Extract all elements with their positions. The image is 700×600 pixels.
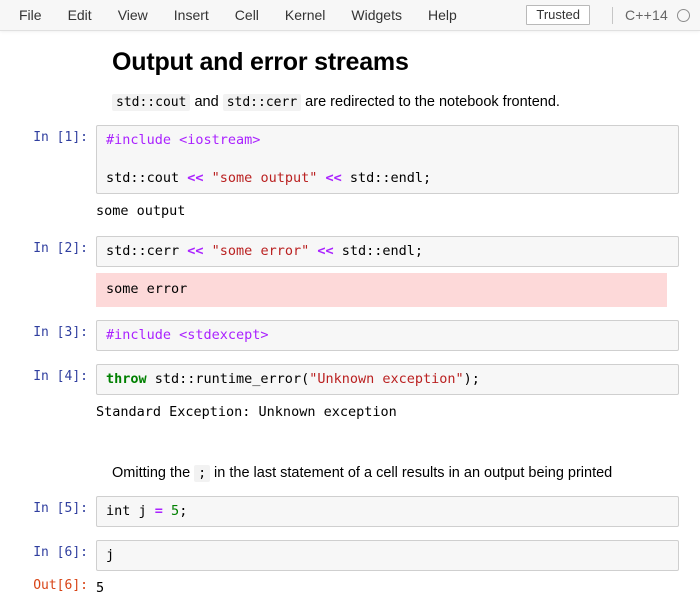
kernel-name-label: C++14 <box>624 7 668 23</box>
menu-bar: File Edit View Insert Cell Kernel Widget… <box>0 0 700 31</box>
token-number-literal: 5 <box>162 503 180 519</box>
token-include-header: <iostream> <box>171 132 261 148</box>
input-prompt-1: In [1]: <box>33 130 88 145</box>
code-cell-3[interactable]: In [3]: #include <stdexcept> <box>0 320 700 351</box>
output-row-6: Out[6]: 5 <box>0 577 700 600</box>
output-prompt-blank-4 <box>0 401 96 421</box>
menu-item-widgets[interactable]: Widgets <box>338 3 415 27</box>
token-endl: std::endl; <box>341 170 432 186</box>
token-preprocessor: #include <box>106 132 172 148</box>
code-cell-2[interactable]: In [2]: std::cerr << "some error" << std… <box>0 236 700 267</box>
token-runtime-error: std::runtime_error( <box>146 371 310 387</box>
output-prompt-blank-1 <box>0 200 96 220</box>
kernel-idle-circle-icon[interactable] <box>677 8 690 22</box>
token-shift-operator-4: << <box>317 243 334 259</box>
token-stream-cout: std::cout <box>106 170 188 186</box>
token-closing-paren: ); <box>463 371 480 387</box>
output-row-1: some output <box>0 200 700 223</box>
token-string-literal-2: "some error" <box>203 243 318 259</box>
input-prompt-4: In [4]: <box>33 369 88 384</box>
menu-item-help[interactable]: Help <box>415 3 470 27</box>
menu-item-cell[interactable]: Cell <box>222 3 272 27</box>
code-cell-4[interactable]: In [4]: throw std::runtime_error("Unknow… <box>0 364 700 395</box>
token-string-literal-3: "Unknown exception" <box>309 371 464 387</box>
token-assign-operator: = <box>154 503 163 519</box>
menu-item-view[interactable]: View <box>105 3 161 27</box>
middle-text-start: Omitting the <box>112 465 195 481</box>
markdown-cell-intro[interactable]: Output and error streams std::cout and s… <box>112 48 680 112</box>
code-input-3[interactable]: #include <stdexcept> <box>96 320 679 351</box>
code-input-2[interactable]: std::cerr << "some error" << std::endl; <box>96 236 679 267</box>
output-row-2: some error <box>0 273 700 307</box>
inline-code-stdcout: std::cout <box>112 94 191 111</box>
code-input-4[interactable]: throw std::runtime_error("Unknown except… <box>96 364 679 395</box>
stderr-output-2: some error <box>96 273 667 307</box>
input-prompt-6: In [6]: <box>33 545 88 560</box>
menu-bar-right: Trusted C++14 <box>526 5 700 25</box>
menu-item-insert[interactable]: Insert <box>161 3 222 27</box>
code-cell-5[interactable]: In [5]: int j = 5; <box>0 496 700 527</box>
markdown-cell-middle[interactable]: Omitting the ; in the last statement of … <box>112 464 680 483</box>
token-preprocessor-2: #include <box>106 327 172 343</box>
middle-paragraph: Omitting the ; in the last statement of … <box>112 464 680 483</box>
code-input-1[interactable]: #include <iostream> std::cout << "some o… <box>96 125 679 194</box>
middle-text-end: in the last statement of a cell results … <box>210 465 613 481</box>
intro-text-end: are redirected to the notebook frontend. <box>301 94 560 110</box>
inline-code-stdcerr: std::cerr <box>222 94 302 111</box>
code-cell-1[interactable]: In [1]: #include <iostream> std::cout <<… <box>0 125 700 194</box>
output-row-4: Standard Exception: Unknown exception <box>0 401 700 424</box>
input-prompt-5: In [5]: <box>33 501 88 516</box>
code-cell-6[interactable]: In [6]: j <box>0 540 700 571</box>
token-variable-j: j <box>106 547 115 563</box>
menu-item-edit[interactable]: Edit <box>55 3 105 27</box>
token-keyword-throw: throw <box>106 371 147 387</box>
token-stream-cerr: std::cerr <box>106 243 188 259</box>
code-input-5[interactable]: int j = 5; <box>96 496 679 527</box>
menu-item-file[interactable]: File <box>6 3 55 27</box>
execute-result-6: 5 <box>96 580 105 596</box>
token-shift-operator: << <box>187 170 204 186</box>
token-int-decl: int j <box>106 503 155 519</box>
input-prompt-2: In [2]: <box>33 241 88 256</box>
trusted-badge[interactable]: Trusted <box>526 5 590 25</box>
token-shift-operator-3: << <box>187 243 204 259</box>
token-string-literal: "some output" <box>203 170 326 186</box>
stdout-output-1: some output <box>96 203 186 219</box>
code-input-6[interactable]: j <box>96 540 679 571</box>
exception-output-4: Standard Exception: Unknown exception <box>96 404 397 420</box>
menu-divider <box>611 6 613 24</box>
inline-code-semicolon: ; <box>194 465 211 482</box>
output-prompt-blank-2 <box>0 273 96 293</box>
output-prompt-6: Out[6]: <box>33 578 88 593</box>
token-include-header-2: <stdexcept> <box>171 327 269 343</box>
menu-item-kernel[interactable]: Kernel <box>272 3 338 27</box>
intro-text-mid: and <box>190 94 223 110</box>
token-endl-2: std::endl; <box>333 243 424 259</box>
input-prompt-3: In [3]: <box>33 325 88 340</box>
menu-item-list: File Edit View Insert Cell Kernel Widget… <box>0 3 470 27</box>
notebook-body: Output and error streams std::cout and s… <box>0 48 700 600</box>
page-title: Output and error streams <box>112 48 409 76</box>
token-shift-operator-2: << <box>325 170 342 186</box>
intro-paragraph: std::cout and std::cerr are redirected t… <box>112 93 680 112</box>
cell-spacer <box>0 424 700 448</box>
token-semicolon: ; <box>179 503 188 519</box>
